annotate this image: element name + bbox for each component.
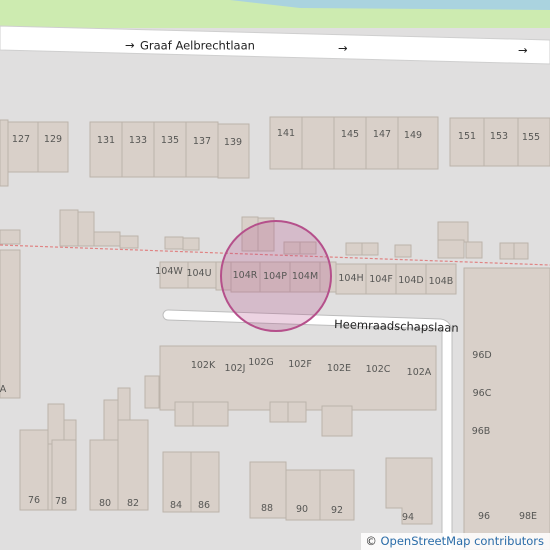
house-number: 76 (28, 495, 40, 506)
house-number: 92 (331, 505, 343, 516)
house-number: 151 (458, 131, 476, 142)
house-number: 104M (292, 271, 318, 282)
house-number: 145 (341, 129, 359, 140)
house-number: 147 (373, 129, 391, 140)
house-number: 80 (99, 498, 111, 509)
house-number: 137 (193, 136, 211, 147)
oneway-arrow-icon: → (125, 38, 135, 52)
house-number: A (0, 384, 7, 395)
building-left-long (0, 249, 21, 399)
house-number: 104R (233, 270, 258, 281)
house-number: 104W (155, 266, 183, 277)
house-number: 88 (261, 503, 273, 514)
oneway-arrow-icon: → (338, 41, 348, 55)
house-number: 90 (296, 504, 308, 515)
house-number: 139 (224, 137, 242, 148)
house-number: 86 (198, 500, 210, 511)
map-canvas[interactable]: → Graaf Aelbrechtlaan → → Heemraadschaps… (0, 0, 550, 550)
house-number: 94 (402, 512, 414, 523)
street-name-heemraadschapslaan: Heemraadschapslaan (334, 317, 459, 335)
house-number: 102G (248, 357, 274, 368)
house-number: 153 (490, 131, 508, 142)
house-number: 104D (398, 275, 423, 286)
house-number: 104F (369, 274, 393, 285)
house-number: 129 (44, 134, 62, 145)
house-number: 141 (277, 128, 295, 139)
house-number: 98E (519, 511, 537, 522)
house-number: 149 (404, 130, 422, 141)
house-number: 96C (473, 388, 492, 399)
house-number: 102E (327, 363, 351, 374)
house-number: 82 (127, 498, 139, 509)
copyright-symbol: © (365, 534, 377, 548)
house-number: 96B (472, 426, 491, 437)
map-attribution: © OpenStreetMap contributors (361, 533, 550, 550)
house-number: 96 (478, 511, 490, 522)
house-number: 127 (12, 134, 30, 145)
street-name-graaf-aelbrechtlaan: Graaf Aelbrechtlaan (140, 39, 255, 53)
house-number: 135 (161, 135, 179, 146)
house-number: 104H (338, 273, 363, 284)
buildings-top-row (0, 116, 550, 187)
house-number: 102A (407, 367, 432, 378)
house-number: 104P (263, 271, 287, 282)
house-number: 78 (55, 496, 67, 507)
house-number: 102K (191, 360, 216, 371)
oneway-arrow-icon: → (518, 43, 528, 57)
house-number: 102F (288, 359, 312, 370)
house-number: 131 (97, 135, 115, 146)
road-graaf-aelbrechtlaan[interactable] (0, 25, 550, 65)
attribution-link[interactable]: OpenStreetMap contributors (380, 534, 544, 548)
house-number: 102J (225, 363, 246, 374)
house-number: 96D (472, 350, 491, 361)
house-number: 84 (170, 500, 182, 511)
house-number: 155 (522, 132, 540, 143)
building-right-large (463, 267, 550, 550)
house-number: 102C (366, 364, 391, 375)
house-number: 104U (186, 268, 211, 279)
house-number: 133 (129, 135, 147, 146)
house-number: 104B (429, 276, 454, 287)
